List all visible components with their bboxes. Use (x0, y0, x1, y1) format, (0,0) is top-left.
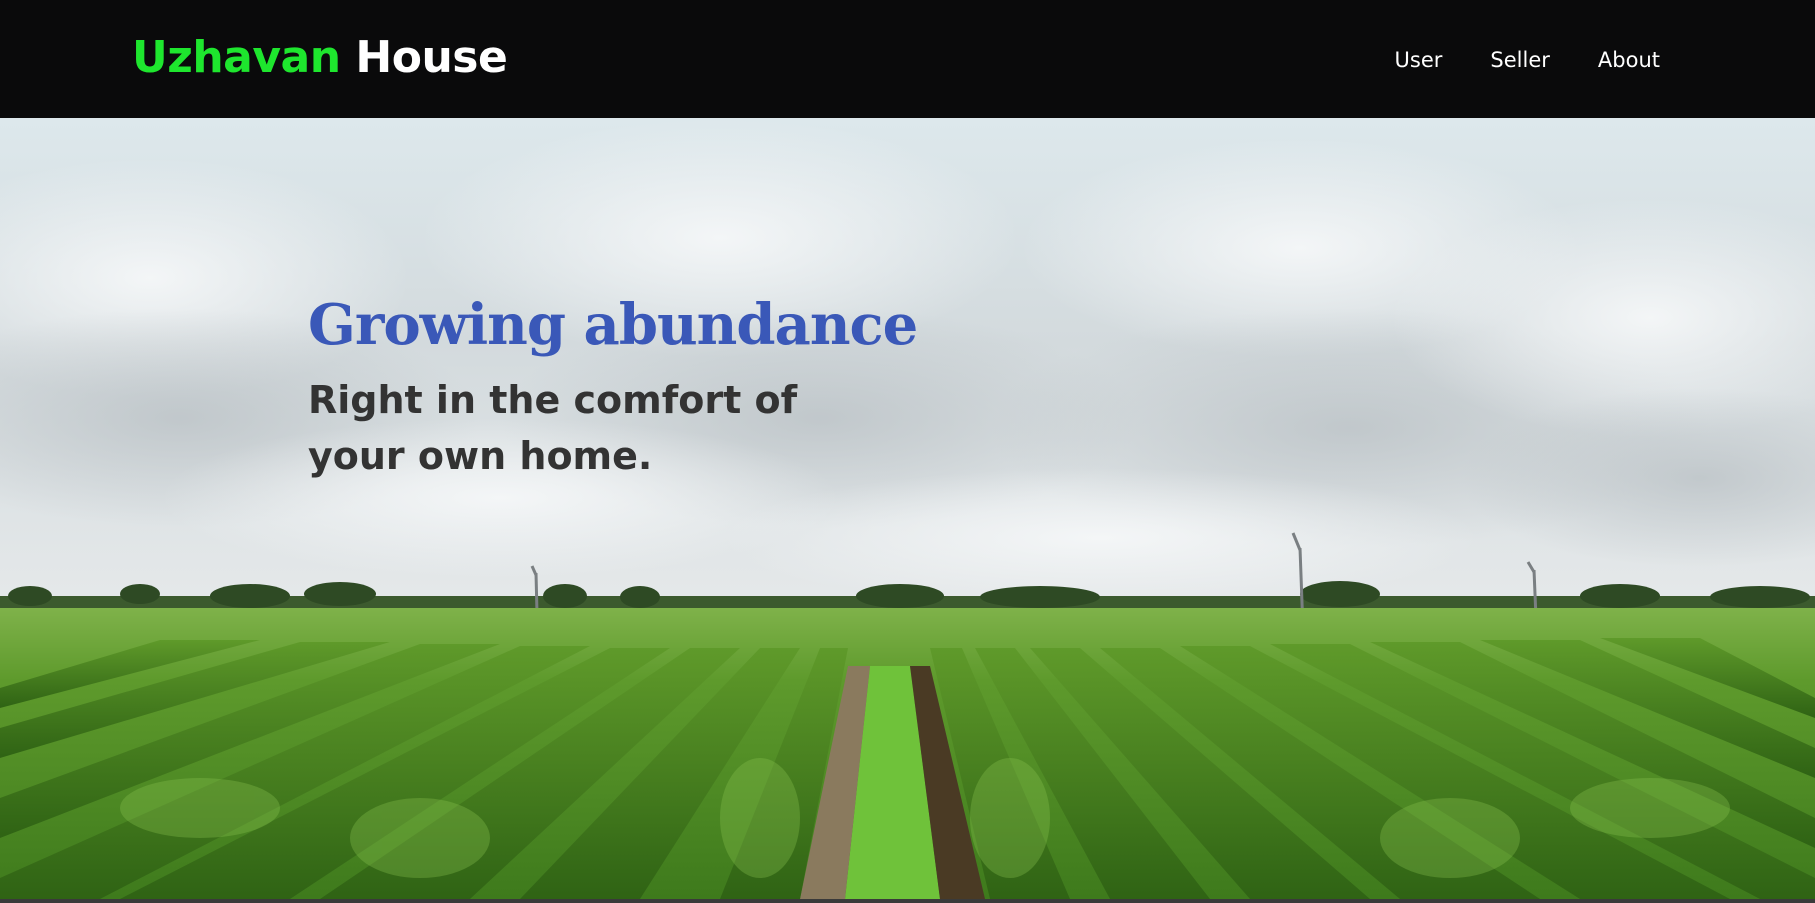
nav-link-user[interactable]: User (1395, 44, 1443, 76)
nav-link-seller[interactable]: Seller (1490, 44, 1549, 76)
hero-background-image (0, 118, 1815, 899)
hero-copy: Growing abundance Right in the comfort o… (308, 290, 928, 484)
landing-page: Uzhavan House User Seller About Growing … (0, 0, 1815, 903)
navbar: Uzhavan House User Seller About (0, 0, 1815, 118)
hero-title: Growing abundance (308, 292, 918, 358)
nav-link-about[interactable]: About (1598, 44, 1660, 76)
page-bottom-edge (0, 899, 1815, 903)
brand-name-second: House (355, 32, 508, 83)
brand-logo[interactable]: Uzhavan House (132, 30, 508, 86)
hero-section: Growing abundance Right in the comfort o… (0, 118, 1815, 899)
hero-subtitle: Right in the comfort of your own home. (308, 378, 798, 478)
nav-menu: User Seller About (1395, 44, 1660, 76)
brand-name-first: Uzhavan (132, 32, 341, 83)
